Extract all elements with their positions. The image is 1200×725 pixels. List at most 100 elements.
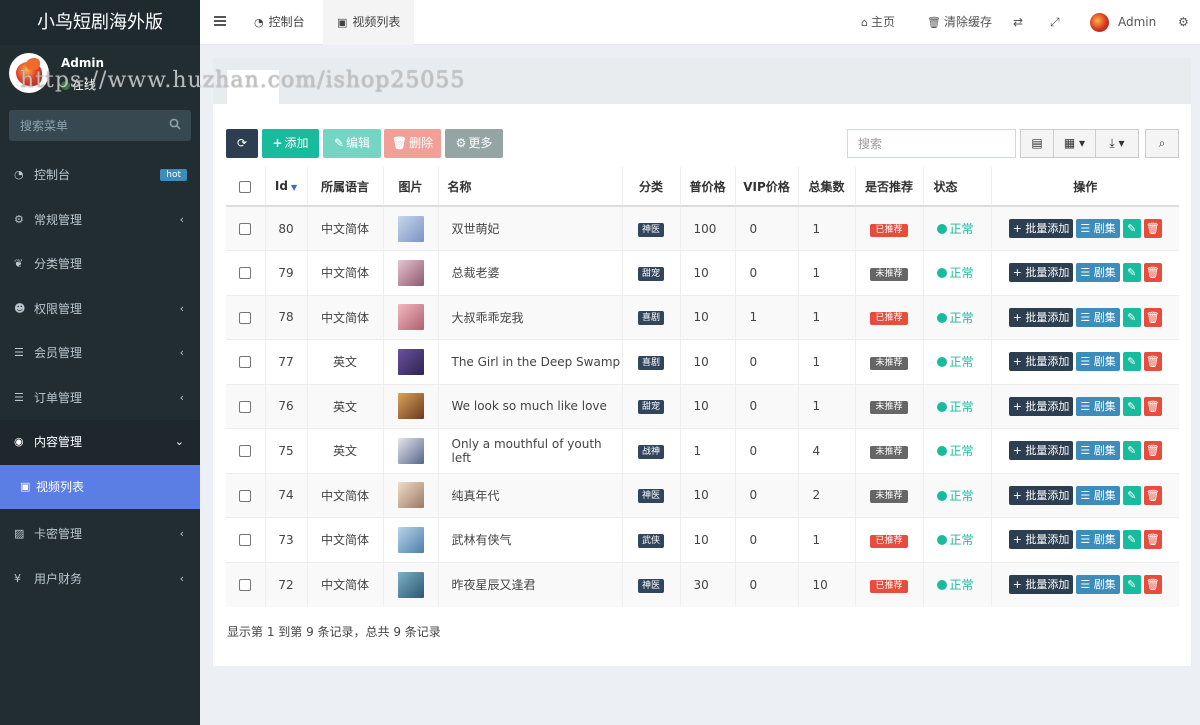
status-toggle[interactable]: 正常 [936, 355, 974, 369]
delete-row-button[interactable]: 🗑 [1143, 219, 1162, 238]
edit-row-button[interactable]: ✎ [1122, 263, 1141, 283]
video-thumbnail[interactable] [397, 437, 424, 464]
sidebar-item-finance[interactable]: ¥ 用户财务 ‹ [0, 557, 200, 602]
tab-dashboard[interactable]: ◔ 控制台 [245, 0, 314, 45]
edit-row-button[interactable]: ✎ [1122, 396, 1141, 416]
search-icon[interactable] [169, 118, 181, 130]
delete-row-button[interactable]: 🗑 [1143, 575, 1162, 594]
batch-add-button[interactable]: + 批量添加 [1008, 219, 1074, 238]
edit-row-button[interactable]: ✎ [1122, 307, 1141, 327]
delete-row-button[interactable]: 🗑 [1143, 530, 1162, 550]
episodes-button[interactable]: ☰ 剧集 [1076, 352, 1120, 372]
status-toggle[interactable]: 正常 [936, 311, 974, 325]
status-toggle[interactable]: 正常 [936, 533, 974, 547]
delete-row-button[interactable]: 🗑 [1143, 263, 1162, 283]
episodes-button[interactable]: ☰ 剧集 [1076, 396, 1120, 416]
batch-add-button[interactable]: + 批量添加 [1008, 485, 1074, 505]
status-toggle[interactable]: 正常 [936, 578, 974, 592]
batch-add-button[interactable]: + 批量添加 [1008, 307, 1074, 327]
recommend-badge[interactable]: 已推荐 [870, 534, 908, 548]
video-thumbnail[interactable] [397, 304, 424, 331]
video-thumbnail[interactable] [397, 526, 424, 553]
batch-add-button[interactable]: + 批量添加 [1008, 530, 1074, 550]
refresh-button[interactable]: ⟳ [226, 129, 258, 158]
row-checkbox[interactable] [239, 534, 252, 547]
delete-row-button[interactable]: 🗑 [1143, 352, 1162, 372]
episodes-button[interactable]: ☰ 剧集 [1076, 307, 1120, 327]
clear-cache-link[interactable]: 🗑 清除缓存 [927, 0, 992, 45]
admin-menu[interactable]: Admin [1118, 0, 1156, 45]
sidebar-item-general[interactable]: ⚙ 常规管理 ‹ [0, 198, 200, 243]
sidebar-item-members[interactable]: ☰ 会员管理 ‹ [0, 331, 200, 376]
row-checkbox[interactable] [239, 356, 252, 369]
status-toggle[interactable]: 正常 [936, 489, 974, 503]
video-thumbnail[interactable] [397, 348, 424, 375]
edit-row-button[interactable]: ✎ [1122, 575, 1141, 594]
sidebar-item-cards[interactable]: ▨ 卡密管理 ‹ [0, 512, 200, 557]
video-thumbnail[interactable] [397, 571, 424, 598]
select-all-checkbox[interactable] [239, 180, 252, 193]
sidebar-item-auth[interactable]: ☻ 权限管理 ‹ [0, 287, 200, 332]
export-button[interactable]: ⤓ ▾ [1095, 129, 1139, 158]
video-thumbnail[interactable] [397, 259, 424, 286]
status-toggle[interactable]: 正常 [936, 222, 974, 236]
row-checkbox[interactable] [239, 400, 252, 413]
row-checkbox[interactable] [239, 579, 252, 591]
row-checkbox[interactable] [239, 223, 252, 235]
recommend-badge[interactable]: 已推荐 [870, 312, 908, 326]
add-button[interactable]: + 添加 [262, 129, 319, 158]
delete-row-button[interactable]: 🗑 [1143, 307, 1162, 327]
advanced-search-button[interactable]: ⌕ [1145, 129, 1179, 158]
batch-add-button[interactable]: + 批量添加 [1008, 575, 1074, 594]
batch-add-button[interactable]: + 批量添加 [1008, 441, 1074, 461]
delete-row-button[interactable]: 🗑 [1143, 441, 1162, 461]
home-link[interactable]: ⌂ 主页 [861, 0, 895, 45]
row-checkbox[interactable] [239, 445, 252, 458]
batch-add-button[interactable]: + 批量添加 [1008, 396, 1074, 416]
edit-button[interactable]: ✎ 编辑 [323, 129, 381, 158]
recommend-badge[interactable]: 未推荐 [870, 401, 908, 415]
app-logo[interactable]: 小鸟短剧海外版 [0, 0, 200, 45]
admin-avatar[interactable] [1090, 13, 1109, 32]
menu-toggle-icon[interactable] [214, 16, 226, 26]
columns-button[interactable]: ▦ ▾ [1053, 129, 1096, 158]
recommend-badge[interactable]: 未推荐 [870, 267, 908, 281]
recommend-badge[interactable]: 已推荐 [870, 579, 908, 593]
episodes-button[interactable]: ☰ 剧集 [1076, 530, 1120, 550]
video-thumbnail[interactable] [397, 393, 424, 420]
status-toggle[interactable]: 正常 [936, 400, 974, 414]
row-checkbox[interactable] [239, 267, 252, 280]
sidebar-item-orders[interactable]: ☰ 订单管理 ‹ [0, 376, 200, 421]
status-toggle[interactable]: 正常 [936, 266, 974, 280]
episodes-button[interactable]: ☰ 剧集 [1076, 485, 1120, 505]
edit-row-button[interactable]: ✎ [1122, 219, 1141, 238]
translate-icon[interactable]: ⇄ [1013, 0, 1023, 45]
recommend-badge[interactable]: 未推荐 [870, 490, 908, 504]
sidebar-item-dashboard[interactable]: ◔ 控制台 hot [0, 153, 200, 198]
settings-gear-icon[interactable]: ⚙ [1178, 0, 1189, 45]
edit-row-button[interactable]: ✎ [1122, 441, 1141, 461]
video-thumbnail[interactable] [397, 215, 424, 242]
batch-add-button[interactable]: + 批量添加 [1008, 352, 1074, 372]
episodes-button[interactable]: ☰ 剧集 [1076, 575, 1120, 594]
toggle-view-button[interactable]: ▤ [1020, 129, 1054, 158]
recommend-badge[interactable]: 未推荐 [870, 356, 908, 370]
delete-row-button[interactable]: 🗑 [1143, 485, 1162, 505]
row-checkbox[interactable] [239, 311, 252, 324]
episodes-button[interactable]: ☰ 剧集 [1076, 263, 1120, 283]
menu-search-input[interactable] [9, 110, 159, 141]
sidebar-item-category[interactable]: ❦ 分类管理 [0, 242, 200, 287]
row-checkbox[interactable] [239, 489, 252, 502]
sidebar-item-content[interactable]: ◉ 内容管理 ⌄ [0, 420, 200, 465]
tab-video-list[interactable]: ▣ 视频列表 [323, 0, 415, 45]
sidebar-item-video-list[interactable]: ▣ 视频列表 [0, 464, 200, 509]
recommend-badge[interactable]: 未推荐 [870, 445, 908, 459]
batch-add-button[interactable]: + 批量添加 [1008, 263, 1074, 283]
edit-row-button[interactable]: ✎ [1122, 485, 1141, 505]
episodes-button[interactable]: ☰ 剧集 [1076, 219, 1120, 238]
column-header-id[interactable]: Id ▼ [265, 167, 308, 207]
more-button[interactable]: ⚙ 更多 [445, 129, 503, 158]
edit-row-button[interactable]: ✎ [1122, 352, 1141, 372]
delete-button[interactable]: 🗑 删除 [384, 129, 441, 158]
edit-row-button[interactable]: ✎ [1122, 530, 1141, 550]
